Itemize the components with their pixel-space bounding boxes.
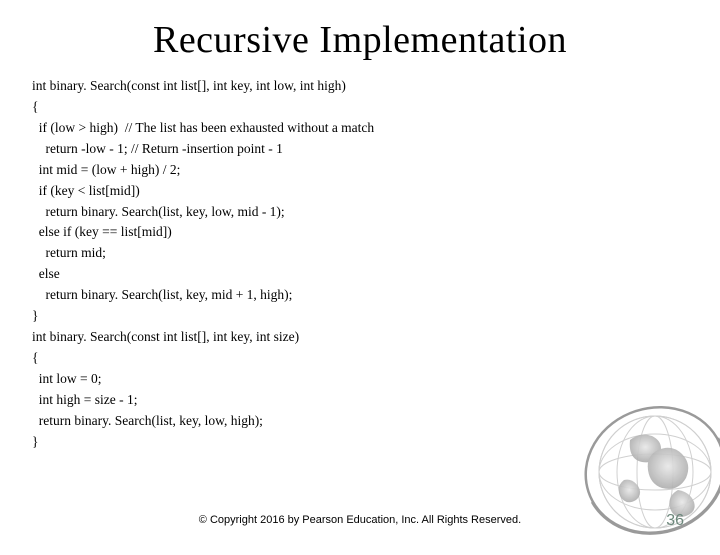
globe-graphic <box>560 380 720 550</box>
page-title: Recursive Implementation <box>32 18 688 62</box>
slide: Recursive Implementation int binary. Sea… <box>0 0 720 540</box>
page-number: 36 <box>666 512 684 530</box>
